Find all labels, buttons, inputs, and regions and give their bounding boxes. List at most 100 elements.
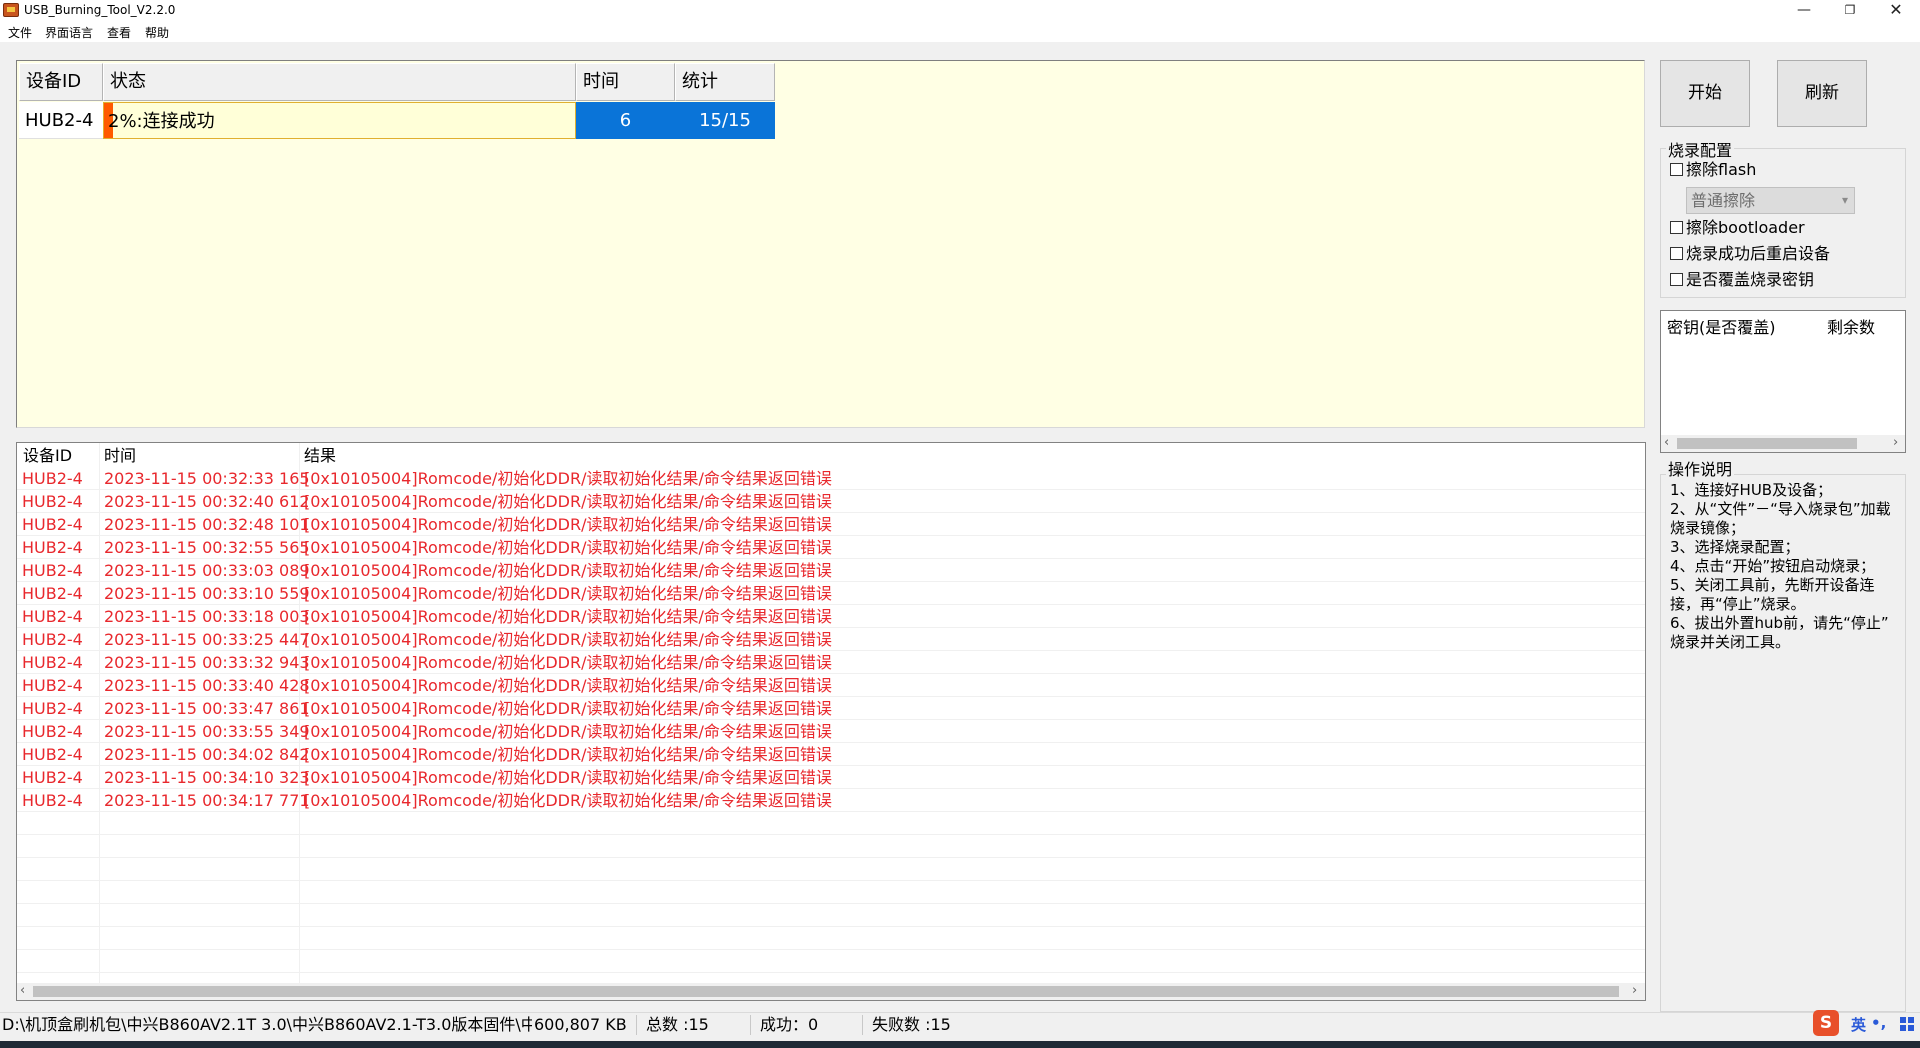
scroll-right-icon[interactable]: › — [1893, 435, 1898, 451]
empty-log-row — [17, 812, 1645, 835]
empty-log-row — [17, 950, 1645, 973]
erase-flash-checkbox[interactable]: 擦除flash — [1670, 159, 1756, 181]
log-cell-time: 2023-11-15 00:32:40 612 — [104, 492, 310, 511]
menu-file[interactable]: 文件 — [8, 24, 32, 41]
log-row[interactable]: HUB2-4 2023-11-15 00:32:33 165 [0x10105004… — [17, 467, 1645, 490]
start-button[interactable]: 开始 — [1660, 60, 1750, 127]
log-row[interactable]: HUB2-4 2023-11-15 00:34:02 842 [0x10105004… — [17, 743, 1645, 766]
log-cell-id: HUB2-4 — [22, 607, 83, 626]
ime-punctuation[interactable]: •, — [1871, 1014, 1886, 1032]
log-cell-result: [0x10105004]Romcode/初始化DDR/读取初始化结果/命令结果返… — [304, 745, 832, 764]
refresh-button[interactable]: 刷新 — [1777, 60, 1867, 127]
log-cell-id: HUB2-4 — [22, 492, 83, 511]
scroll-left-icon[interactable]: ‹ — [20, 983, 25, 999]
erase-mode-select[interactable]: 普通擦除 ▾ — [1686, 187, 1855, 214]
log-cell-id: HUB2-4 — [22, 768, 83, 787]
log-row[interactable]: HUB2-4 2023-11-15 00:33:25 447 [0x10105004… — [17, 628, 1645, 651]
erase-flash-label: 擦除flash — [1686, 160, 1757, 179]
log-cell-time: 2023-11-15 00:33:10 559 — [104, 584, 310, 603]
burn-config-title: 烧录配置 — [1666, 137, 1735, 161]
help-line: 烧录并关闭工具。 — [1670, 633, 1791, 651]
empty-log-row — [17, 881, 1645, 904]
menu-language[interactable]: 界面语言 — [45, 24, 93, 41]
checkbox-box[interactable] — [1670, 163, 1683, 176]
checkbox-box[interactable] — [1670, 247, 1683, 260]
log-row[interactable]: HUB2-4 2023-11-15 00:32:55 565 [0x10105004… — [17, 536, 1645, 559]
reboot-after-label: 烧录成功后重启设备 — [1686, 244, 1831, 263]
help-title: 操作说明 — [1666, 456, 1735, 480]
log-cell-time: 2023-11-15 00:34:10 323 — [104, 768, 310, 787]
help-line: 5、关闭工具前，先断开设备连 — [1670, 576, 1875, 594]
log-header-time[interactable]: 时间 — [104, 445, 136, 467]
log-cell-result: [0x10105004]Romcode/初始化DDR/读取初始化结果/命令结果返… — [304, 722, 832, 741]
key-header-remaining[interactable]: 剩余数 — [1827, 314, 1875, 338]
log-row[interactable]: HUB2-4 2023-11-15 00:34:10 323 [0x10105004… — [17, 766, 1645, 789]
empty-log-row — [17, 858, 1645, 881]
reboot-after-checkbox[interactable]: 烧录成功后重启设备 — [1670, 243, 1830, 265]
log-row[interactable]: HUB2-4 2023-11-15 00:33:18 003 [0x10105004… — [17, 605, 1645, 628]
key-list[interactable]: 密钥(是否覆盖) 剩余数 ‹ › — [1660, 310, 1906, 453]
log-header-id[interactable]: 设备ID — [23, 445, 72, 467]
log-cell-id: HUB2-4 — [22, 676, 83, 695]
log-row[interactable]: HUB2-4 2023-11-15 00:32:48 101 [0x10105004… — [17, 513, 1645, 536]
title-bar: USB_Burning_Tool_V2.2.0 — ❐ ✕ — [0, 0, 1920, 22]
key-list-scrollbar[interactable]: ‹ › — [1661, 435, 1905, 452]
log-row[interactable]: HUB2-4 2023-11-15 00:33:10 559 [0x10105004… — [17, 582, 1645, 605]
device-header-stats[interactable]: 统计 — [675, 63, 775, 101]
scroll-thumb[interactable] — [1677, 438, 1857, 449]
checkbox-box[interactable] — [1670, 221, 1683, 234]
log-cell-time: 2023-11-15 00:33:18 003 — [104, 607, 310, 626]
log-row[interactable]: HUB2-4 2023-11-15 00:33:40 428 [0x10105004… — [17, 674, 1645, 697]
log-cell-result: [0x10105004]Romcode/初始化DDR/读取初始化结果/命令结果返… — [304, 584, 832, 603]
device-header-time[interactable]: 时间 — [576, 63, 675, 101]
log-cell-result: [0x10105004]Romcode/初始化DDR/读取初始化结果/命令结果返… — [304, 492, 832, 511]
help-line: 接，再“停止”烧录。 — [1670, 595, 1806, 613]
device-header-id[interactable]: 设备ID — [19, 63, 103, 101]
erase-bootloader-checkbox[interactable]: 擦除bootloader — [1670, 217, 1805, 239]
menu-view[interactable]: 查看 — [107, 24, 131, 41]
app-icon — [3, 3, 19, 17]
log-cell-time: 2023-11-15 00:34:17 771 — [104, 791, 310, 810]
log-cell-result: [0x10105004]Romcode/初始化DDR/读取初始化结果/命令结果返… — [304, 699, 832, 718]
maximize-button[interactable]: ❐ — [1827, 0, 1873, 22]
log-cell-time: 2023-11-15 00:33:47 861 — [104, 699, 310, 718]
log-row[interactable]: HUB2-4 2023-11-15 00:33:55 349 [0x10105004… — [17, 720, 1645, 743]
minimize-button[interactable]: — — [1781, 0, 1827, 22]
log-row[interactable]: HUB2-4 2023-11-15 00:33:32 943 [0x10105004… — [17, 651, 1645, 674]
log-cell-time: 2023-11-15 00:33:32 943 — [104, 653, 310, 672]
log-row[interactable]: HUB2-4 2023-11-15 00:32:40 612 [0x10105004… — [17, 490, 1645, 513]
device-status-text: 2%:连接成功 — [108, 111, 215, 132]
empty-log-row — [17, 835, 1645, 858]
log-row[interactable]: HUB2-4 2023-11-15 00:33:47 861 [0x10105004… — [17, 697, 1645, 720]
scroll-right-icon[interactable]: › — [1632, 983, 1637, 999]
scroll-thumb[interactable] — [33, 986, 1619, 997]
log-cell-result: [0x10105004]Romcode/初始化DDR/读取初始化结果/命令结果返… — [304, 791, 832, 810]
log-scrollbar[interactable]: ‹ › — [17, 983, 1645, 1000]
log-cell-result: [0x10105004]Romcode/初始化DDR/读取初始化结果/命令结果返… — [304, 515, 832, 534]
ime-logo-icon[interactable]: S — [1813, 1010, 1839, 1036]
checkbox-box[interactable] — [1670, 273, 1683, 286]
ime-menu-icon[interactable] — [1900, 1017, 1914, 1031]
log-header-result[interactable]: 结果 — [304, 445, 336, 467]
log-row[interactable]: HUB2-4 2023-11-15 00:34:17 771 [0x10105004… — [17, 789, 1645, 812]
device-status-cell: 2%:连接成功 — [103, 102, 576, 139]
log-cell-result: [0x10105004]Romcode/初始化DDR/读取初始化结果/命令结果返… — [304, 630, 832, 649]
help-line: 4、点击“开始”按钮启动烧录； — [1670, 557, 1876, 575]
device-header-status[interactable]: 状态 — [103, 63, 576, 101]
log-cell-result: [0x10105004]Romcode/初始化DDR/读取初始化结果/命令结果返… — [304, 653, 832, 672]
close-button[interactable]: ✕ — [1873, 0, 1919, 22]
status-separator — [636, 1015, 637, 1035]
ime-language[interactable]: 英 — [1851, 1014, 1866, 1035]
menu-help[interactable]: 帮助 — [145, 24, 169, 41]
empty-log-row — [17, 904, 1645, 927]
status-path: D:\机顶盒刷机包\中兴B860AV2.1T 3.0\中兴B860AV2.1-T… — [2, 1015, 532, 1034]
scroll-left-icon[interactable]: ‹ — [1664, 435, 1669, 451]
log-cell-id: HUB2-4 — [22, 584, 83, 603]
log-row[interactable]: HUB2-4 2023-11-15 00:33:03 089 [0x10105004… — [17, 559, 1645, 582]
log-panel[interactable]: 设备ID 时间 结果 HUB2-4 2023-11-15 00:32:33 165… — [16, 442, 1646, 1001]
device-time-cell: 6 — [576, 102, 675, 139]
status-total: 总数 :15 — [646, 1015, 709, 1034]
overwrite-key-checkbox[interactable]: 是否覆盖烧录密钥 — [1670, 269, 1814, 291]
key-header-key[interactable]: 密钥(是否覆盖) — [1667, 314, 1776, 338]
device-stats-cell: 15/15 — [675, 102, 775, 139]
